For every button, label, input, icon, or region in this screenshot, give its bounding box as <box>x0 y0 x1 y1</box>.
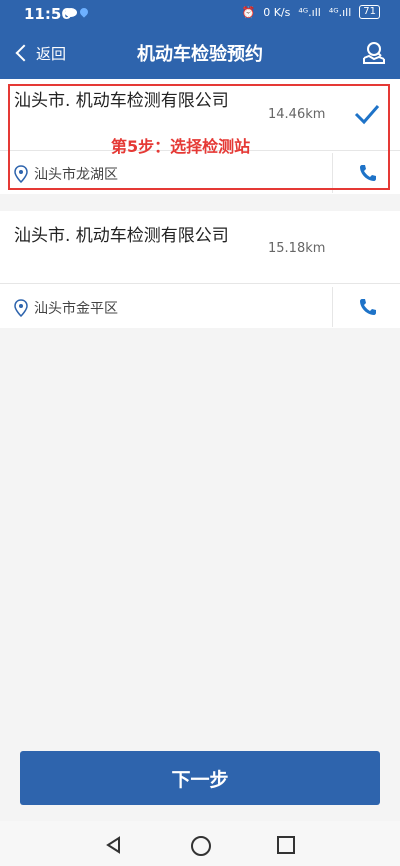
station-card[interactable]: 汕头市. 机动车检测有限公司 15.18km 汕头市金平区 <box>0 211 400 328</box>
page-title: 机动车检验预约 <box>137 44 263 65</box>
location-pin-icon <box>14 299 28 317</box>
station-distance: 15.18km <box>268 241 326 256</box>
station-name: 汕头市. 机动车检测有限公司 <box>14 226 229 246</box>
address-text: 汕头市金平区 <box>34 301 118 317</box>
phone-icon[interactable] <box>358 297 378 317</box>
alarm-icon: ⏰ <box>241 5 256 19</box>
divider <box>0 283 400 284</box>
separator <box>332 287 333 327</box>
signal-1: ⁴ᴳ.ıll <box>298 5 321 19</box>
map-search-icon[interactable] <box>360 38 388 66</box>
battery-icon: 71 <box>359 5 380 19</box>
network-speed: 0 K/s <box>263 5 291 19</box>
signal-2: ⁴ᴳ.ıll <box>328 5 352 19</box>
wechat-icon <box>65 8 77 17</box>
location-service-icon <box>78 6 90 18</box>
status-right: ⏰ 0 K/s ⁴ᴳ.ıll ⁴ᴳ.ıll 71 <box>241 5 380 19</box>
nav-recent-icon[interactable] <box>277 836 295 854</box>
app-header: 11:56 ⏰ 0 K/s ⁴ᴳ.ıll ⁴ᴳ.ıll 71 返回 机动车检验预… <box>0 0 400 79</box>
status-bar: 11:56 ⏰ 0 K/s ⁴ᴳ.ıll ⁴ᴳ.ıll 71 <box>0 0 400 28</box>
nav-home-icon[interactable] <box>191 836 211 856</box>
station-address: 汕头市金平区 <box>14 298 118 318</box>
next-step-button[interactable]: 下一步 <box>20 751 380 805</box>
nav-back-icon[interactable] <box>105 836 123 854</box>
step-annotation: 第5步：选择检测站 <box>111 137 251 156</box>
